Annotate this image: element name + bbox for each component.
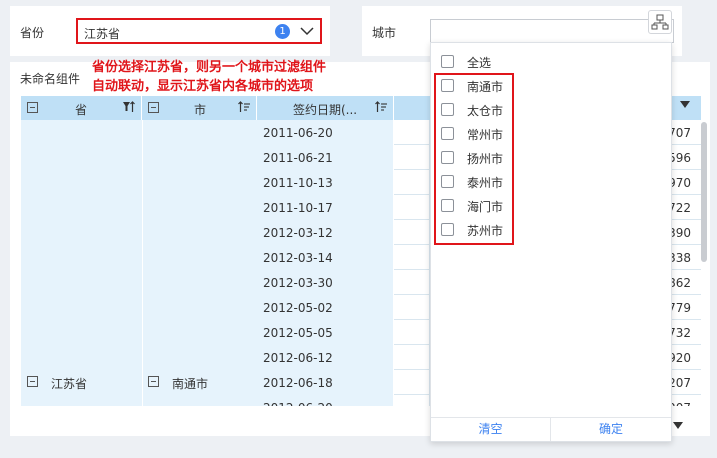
date-value: 2012-05-02: [263, 301, 333, 315]
header-province[interactable]: 省: [21, 96, 142, 120]
collapse-icon[interactable]: [27, 376, 38, 387]
empty-cell: [394, 320, 430, 345]
collapse-icon[interactable]: [148, 376, 159, 387]
empty-cell: [394, 195, 430, 220]
header-city-label: 市: [194, 103, 207, 117]
empty-cell: [394, 220, 430, 245]
province-column: [21, 120, 142, 406]
option-select-all[interactable]: 全选: [441, 51, 641, 73]
checkbox[interactable]: [441, 103, 454, 116]
date-value: 2012-06-20: [263, 401, 333, 406]
option-label: 苏州市: [467, 224, 504, 238]
header-province-label: 省: [75, 103, 88, 117]
date-value: 2012-05-05: [263, 326, 333, 340]
city-column: [142, 120, 257, 406]
empty-cell: [394, 120, 430, 145]
option-city[interactable]: 海门市: [441, 195, 641, 217]
checkbox[interactable]: [441, 223, 454, 236]
group-province: 江苏省: [51, 377, 88, 391]
date-cell: 2012-06-12: [257, 345, 394, 370]
empty-cell: [394, 345, 430, 370]
checkbox[interactable]: [441, 175, 454, 188]
date-cell: 2011-06-21: [257, 145, 394, 170]
option-city[interactable]: 扬州市: [441, 147, 641, 169]
hierarchy-icon[interactable]: [648, 10, 672, 34]
date-value: 2011-06-20: [263, 126, 333, 140]
collapse-icon[interactable]: [148, 102, 159, 113]
city-dropdown: 全选 南通市太仓市常州市扬州市泰州市海门市苏州市 清空 确定: [430, 42, 672, 442]
option-label: 常州市: [467, 128, 504, 142]
date-value: 2012-06-12: [263, 351, 333, 365]
city-filter-label: 城市: [372, 26, 397, 40]
date-value: 2011-10-13: [263, 176, 333, 190]
option-label: 南通市: [467, 80, 504, 94]
checkbox[interactable]: [441, 55, 454, 68]
dropdown-footer: 清空 确定: [431, 417, 671, 441]
empty-cell: [394, 370, 430, 395]
empty-cell: [394, 170, 430, 195]
checkbox[interactable]: [441, 199, 454, 212]
date-cell: 2012-06-20: [257, 395, 394, 406]
empty-cell: [394, 145, 430, 170]
province-select[interactable]: 江苏省 1: [76, 18, 322, 44]
province-select-value: 江苏省: [84, 27, 121, 41]
option-city[interactable]: 太仓市: [441, 99, 641, 121]
checkbox[interactable]: [441, 151, 454, 164]
option-label: 海门市: [467, 200, 504, 214]
option-city[interactable]: 泰州市: [441, 171, 641, 193]
city-select[interactable]: [430, 19, 674, 43]
date-cell: 2012-03-30: [257, 270, 394, 295]
date-cell: 2012-05-02: [257, 295, 394, 320]
date-value: 2012-03-30: [263, 276, 333, 290]
checkbox[interactable]: [441, 79, 454, 92]
date-cell: 2012-06-18: [257, 370, 394, 395]
collapse-icon[interactable]: [27, 102, 38, 113]
date-value: 2012-06-18: [263, 376, 333, 390]
empty-cell: [394, 270, 430, 295]
sort-icon[interactable]: [375, 101, 387, 113]
option-label: 太仓市: [467, 104, 504, 118]
date-cell: 2011-10-17: [257, 195, 394, 220]
filter-sort-icon[interactable]: [123, 101, 135, 113]
caret-down-icon[interactable]: [673, 422, 683, 429]
header-date[interactable]: 签约日期(...: [257, 96, 394, 120]
option-label: 全选: [467, 56, 492, 70]
annotation-line-1: 省份选择江苏省，则另一个城市过滤组件: [92, 60, 327, 75]
component-title: 未命名组件: [20, 72, 81, 86]
caret-down-icon[interactable]: [680, 101, 690, 108]
date-cell: 2012-03-12: [257, 220, 394, 245]
empty-cell: [394, 395, 430, 406]
header-date-label: 签约日期(...: [293, 103, 358, 117]
province-filter-panel: 省份 江苏省 1: [10, 6, 330, 56]
date-cell: 2011-10-13: [257, 170, 394, 195]
date-value: 2012-03-14: [263, 251, 333, 265]
empty-cell: [394, 245, 430, 270]
option-city[interactable]: 苏州市: [441, 219, 641, 241]
option-city[interactable]: 常州市: [441, 123, 641, 145]
annotation-line-2: 自动联动，显示江苏省内各城市的选项: [92, 79, 314, 94]
date-cell: 2012-03-14: [257, 245, 394, 270]
header-city[interactable]: 市: [142, 96, 257, 120]
scrollbar[interactable]: [701, 122, 707, 262]
option-label: 扬州市: [467, 152, 504, 166]
group-city: 南通市: [172, 377, 209, 391]
date-value: 2012-03-12: [263, 226, 333, 240]
confirm-button[interactable]: 确定: [551, 418, 671, 441]
option-city[interactable]: 南通市: [441, 75, 641, 97]
option-label: 泰州市: [467, 176, 504, 190]
chevron-down-icon[interactable]: [300, 25, 314, 37]
date-value: 2011-10-17: [263, 201, 333, 215]
date-cell: 2012-05-05: [257, 320, 394, 345]
checkbox[interactable]: [441, 127, 454, 140]
sort-icon[interactable]: [238, 101, 250, 113]
date-cell: 2011-06-20: [257, 120, 394, 145]
date-value: 2011-06-21: [263, 151, 333, 165]
province-filter-label: 省份: [20, 26, 45, 40]
empty-cell: [394, 295, 430, 320]
selected-count-badge: 1: [275, 24, 290, 39]
clear-button[interactable]: 清空: [431, 418, 551, 441]
